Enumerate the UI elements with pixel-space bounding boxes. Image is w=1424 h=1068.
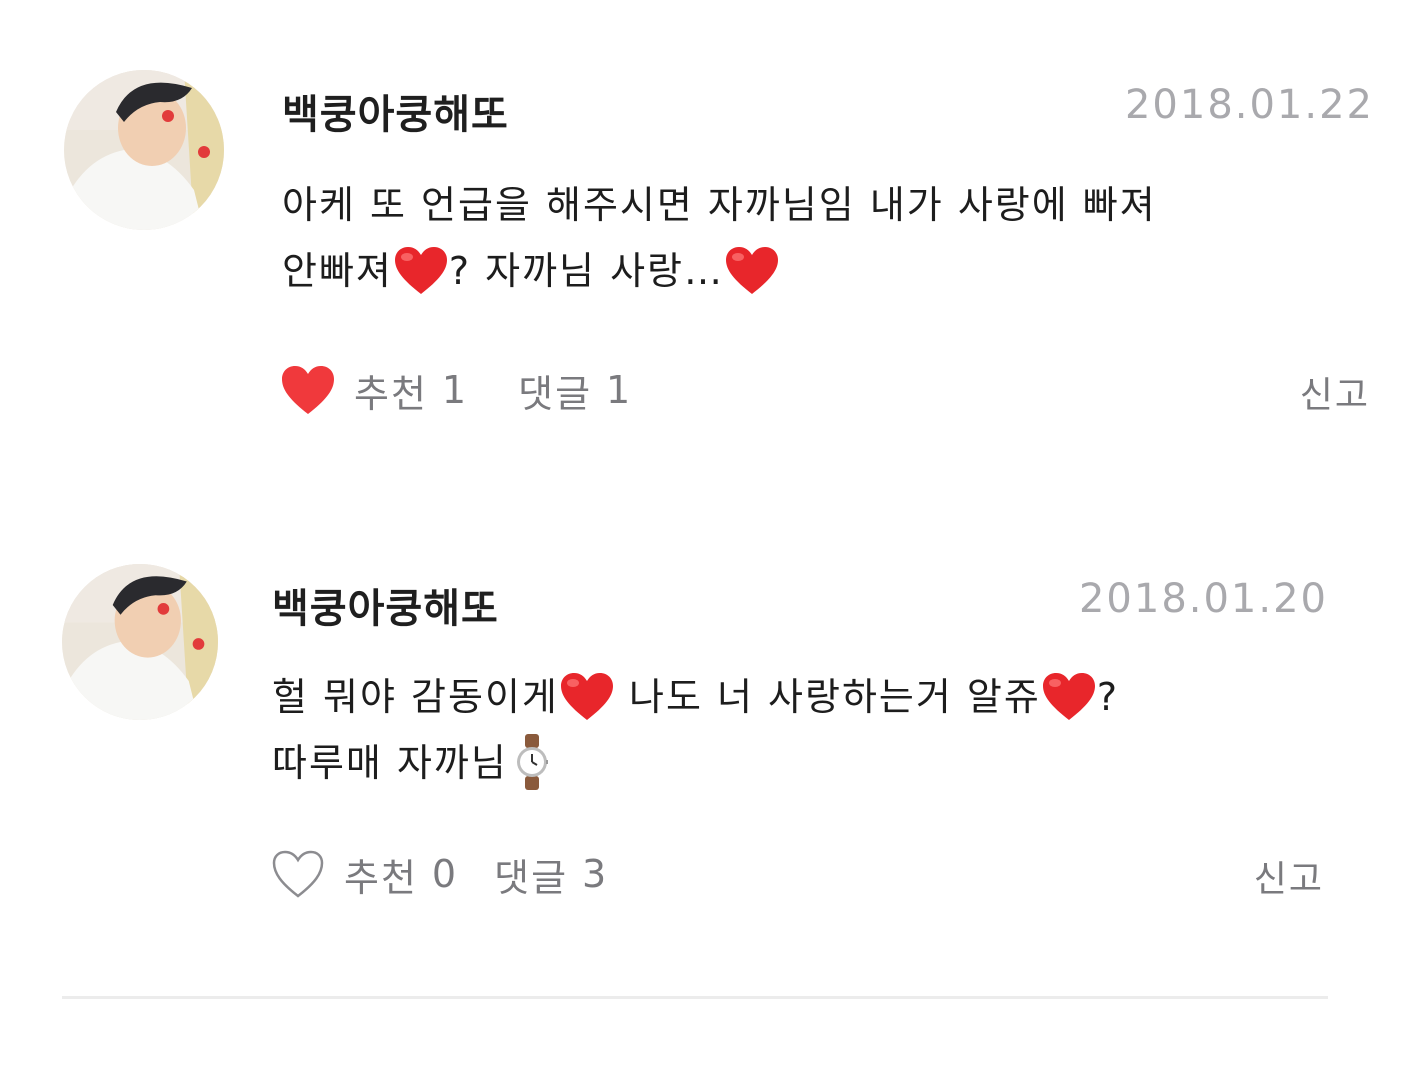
comment-text-line: 따루매 자까님 bbox=[272, 730, 1372, 796]
watch-emoji bbox=[516, 734, 548, 790]
like-button[interactable]: 추천 0 bbox=[270, 847, 458, 902]
reply-label: 댓글 bbox=[494, 855, 569, 900]
comment-item-2: 백쿵아쿵해또 2018.01.20 헐 뭐야 감동이게 나도 너 사랑하는거 알… bbox=[0, 0, 1424, 1000]
reply-count: 3 bbox=[582, 852, 609, 896]
comment-text-fragment: ? bbox=[1096, 675, 1119, 719]
report-button[interactable]: 신고 bbox=[1254, 850, 1324, 902]
comment-text-line: 헐 뭐야 감동이게 나도 너 사랑하는거 알쥬? bbox=[272, 664, 1372, 730]
comment-text-fragment: 헐 뭐야 감동이게 bbox=[272, 675, 559, 719]
heart-outline-icon[interactable] bbox=[270, 848, 326, 900]
comment-text-fragment: 따루매 자까님 bbox=[272, 741, 508, 785]
username[interactable]: 백쿵아쿵해또 bbox=[272, 576, 499, 634]
comment-text-fragment: 나도 너 사랑하는거 알쥬 bbox=[628, 675, 1041, 719]
avatar-photo bbox=[62, 564, 218, 720]
comment-date: 2018.01.20 bbox=[1078, 576, 1328, 622]
reply-button[interactable]: 댓글 3 bbox=[494, 847, 608, 902]
red-heart-emoji bbox=[559, 672, 615, 722]
like-label: 추천 bbox=[344, 855, 418, 900]
red-heart-emoji bbox=[1041, 672, 1097, 722]
like-count: 0 bbox=[431, 852, 459, 896]
divider bbox=[62, 996, 1328, 999]
avatar[interactable] bbox=[62, 564, 218, 720]
comment-actions: 추천 0 댓글 3 bbox=[270, 846, 608, 902]
comment-body: 헐 뭐야 감동이게 나도 너 사랑하는거 알쥬? 따루매 자까님 bbox=[272, 664, 1372, 796]
